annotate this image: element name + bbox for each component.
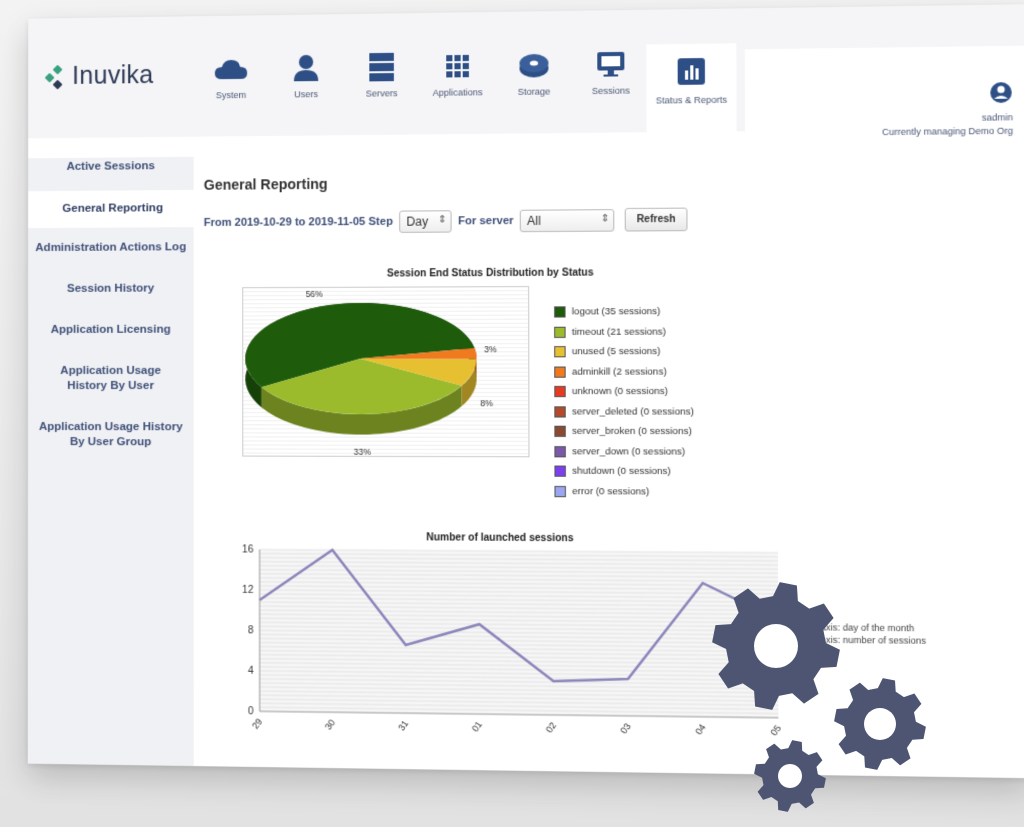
sidebar: Active Sessions General Reporting Admini… xyxy=(28,157,194,766)
legend-label: server_down (0 sessions) xyxy=(572,446,685,458)
user-panel[interactable]: sadmin Currently managing Demo Org xyxy=(745,46,1024,150)
nav-label: Status & Reports xyxy=(646,94,736,105)
bar-chart-icon xyxy=(646,58,736,88)
user-org: Currently managing Demo Org xyxy=(745,126,1013,139)
server-icon xyxy=(344,51,420,82)
large-gear-icon xyxy=(712,582,840,710)
legend-swatch xyxy=(554,426,565,437)
legend-swatch xyxy=(554,466,565,477)
nav-status-reports[interactable]: Status & Reports xyxy=(646,43,736,144)
nav-applications[interactable]: Applications xyxy=(419,50,495,98)
pie-pct-label: 3% xyxy=(484,344,497,354)
sidebar-item-admin-actions-log[interactable]: Administration Actions Log xyxy=(28,233,194,263)
legend-label: timeout (21 sessions) xyxy=(572,326,666,337)
legend-swatch xyxy=(554,386,565,397)
legend-label: adminkill (2 sessions) xyxy=(572,366,667,377)
step-select[interactable]: Day xyxy=(399,210,452,233)
legend-swatch xyxy=(554,326,565,337)
report-filter: From 2019-10-29 to 2019-11-05 Step Day F… xyxy=(204,208,687,234)
main-nav: System Users Servers Applications Storag… xyxy=(194,48,650,100)
small-gear-icon xyxy=(754,740,826,812)
legend-item: unknown (0 sessions) xyxy=(554,382,753,402)
legend-item: adminkill (2 sessions) xyxy=(554,362,753,382)
nav-system[interactable]: System xyxy=(194,53,269,100)
sidebar-item-usage-by-user[interactable]: Application Usage History By User xyxy=(28,357,194,401)
grid-icon xyxy=(419,50,495,81)
pie-chart-area: 56% 33% 8% 3% xyxy=(242,286,529,457)
nav-label: System xyxy=(194,90,269,101)
x-tick-label: 31 xyxy=(396,718,410,732)
y-tick-label: 8 xyxy=(248,625,254,636)
x-tick-label: 29 xyxy=(250,717,264,731)
legend-item: shutdown (0 sessions) xyxy=(554,461,753,482)
legend-swatch xyxy=(554,366,565,377)
pie-pct-label: 8% xyxy=(480,398,493,408)
nav-users[interactable]: Users xyxy=(268,52,343,99)
storage-icon xyxy=(496,49,573,80)
legend-label: error (0 sessions) xyxy=(572,486,649,498)
legend-swatch xyxy=(554,486,565,497)
nav-storage[interactable]: Storage xyxy=(496,49,573,97)
x-tick-label: 02 xyxy=(544,720,559,734)
sidebar-item-general-reporting[interactable]: General Reporting xyxy=(28,190,198,228)
nav-sessions[interactable]: Sessions xyxy=(572,48,649,96)
top-header: Inuvika System Users Servers Application… xyxy=(28,4,1024,138)
legend-item: logout (35 sessions) xyxy=(554,302,753,323)
y-tick-label: 4 xyxy=(248,666,254,677)
legend-item: error (0 sessions) xyxy=(554,481,753,499)
nav-label: Users xyxy=(268,89,343,100)
x-tick-label: 03 xyxy=(618,721,633,735)
pie-pct-label: 33% xyxy=(354,447,372,457)
medium-gear-icon xyxy=(834,678,926,770)
y-tick-label: 0 xyxy=(248,706,254,717)
legend-item: server_down (0 sessions) xyxy=(554,442,753,462)
user-icon xyxy=(268,52,343,83)
nav-label: Applications xyxy=(420,87,496,98)
server-label: For server xyxy=(458,214,514,227)
nav-servers[interactable]: Servers xyxy=(344,51,420,98)
gears-illustration xyxy=(700,580,940,820)
x-tick-label: 30 xyxy=(323,718,337,732)
sidebar-item-usage-by-group[interactable]: Application Usage History By User Group xyxy=(28,413,194,457)
legend-swatch xyxy=(554,346,565,357)
nav-label: Sessions xyxy=(572,85,649,96)
legend-item: timeout (21 sessions) xyxy=(554,322,753,342)
legend-label: unknown (0 sessions) xyxy=(572,386,668,397)
x-tick-label: 01 xyxy=(470,719,484,733)
page-title: General Reporting xyxy=(204,176,328,193)
legend-label: logout (35 sessions) xyxy=(572,306,661,318)
y-tick-label: 12 xyxy=(242,585,254,596)
date-range-label: From 2019-10-29 to 2019-11-05 Step xyxy=(204,215,393,228)
sidebar-item-application-licensing[interactable]: Application Licensing xyxy=(28,316,194,345)
logo-mark-icon xyxy=(46,66,68,88)
legend-item: server_deleted (0 sessions) xyxy=(554,402,753,422)
sidebar-item-session-history[interactable]: Session History xyxy=(28,274,194,304)
legend-label: server_broken (0 sessions) xyxy=(572,426,692,437)
nav-label: Servers xyxy=(344,88,420,99)
pie-chart: 56% 33% 8% 3% xyxy=(243,287,528,456)
refresh-button[interactable]: Refresh xyxy=(625,208,687,232)
legend-swatch xyxy=(554,406,565,417)
sidebar-item-active-sessions[interactable]: Active Sessions xyxy=(28,157,193,182)
y-tick-label: 16 xyxy=(242,544,254,555)
brand-name: Inuvika xyxy=(72,61,154,91)
logo[interactable]: Inuvika xyxy=(46,61,153,91)
legend-swatch xyxy=(554,446,565,457)
legend-item: unused (5 sessions) xyxy=(554,342,753,362)
cloud-icon xyxy=(194,53,269,84)
server-select[interactable]: All xyxy=(520,209,615,232)
pie-chart-title: Session End Status Distribution by Statu… xyxy=(387,267,594,279)
pie-legend: logout (35 sessions) timeout (21 sessions… xyxy=(554,302,753,499)
monitor-icon xyxy=(572,48,649,80)
legend-item: server_broken (0 sessions) xyxy=(554,422,753,442)
account-icon xyxy=(745,81,1013,109)
pie-pct-label: 56% xyxy=(306,289,324,299)
legend-label: shutdown (0 sessions) xyxy=(572,466,671,478)
legend-label: server_deleted (0 sessions) xyxy=(572,406,694,417)
legend-swatch xyxy=(554,307,565,318)
nav-label: Storage xyxy=(496,86,573,97)
legend-label: unused (5 sessions) xyxy=(572,346,661,357)
user-name: sadmin xyxy=(745,112,1013,125)
